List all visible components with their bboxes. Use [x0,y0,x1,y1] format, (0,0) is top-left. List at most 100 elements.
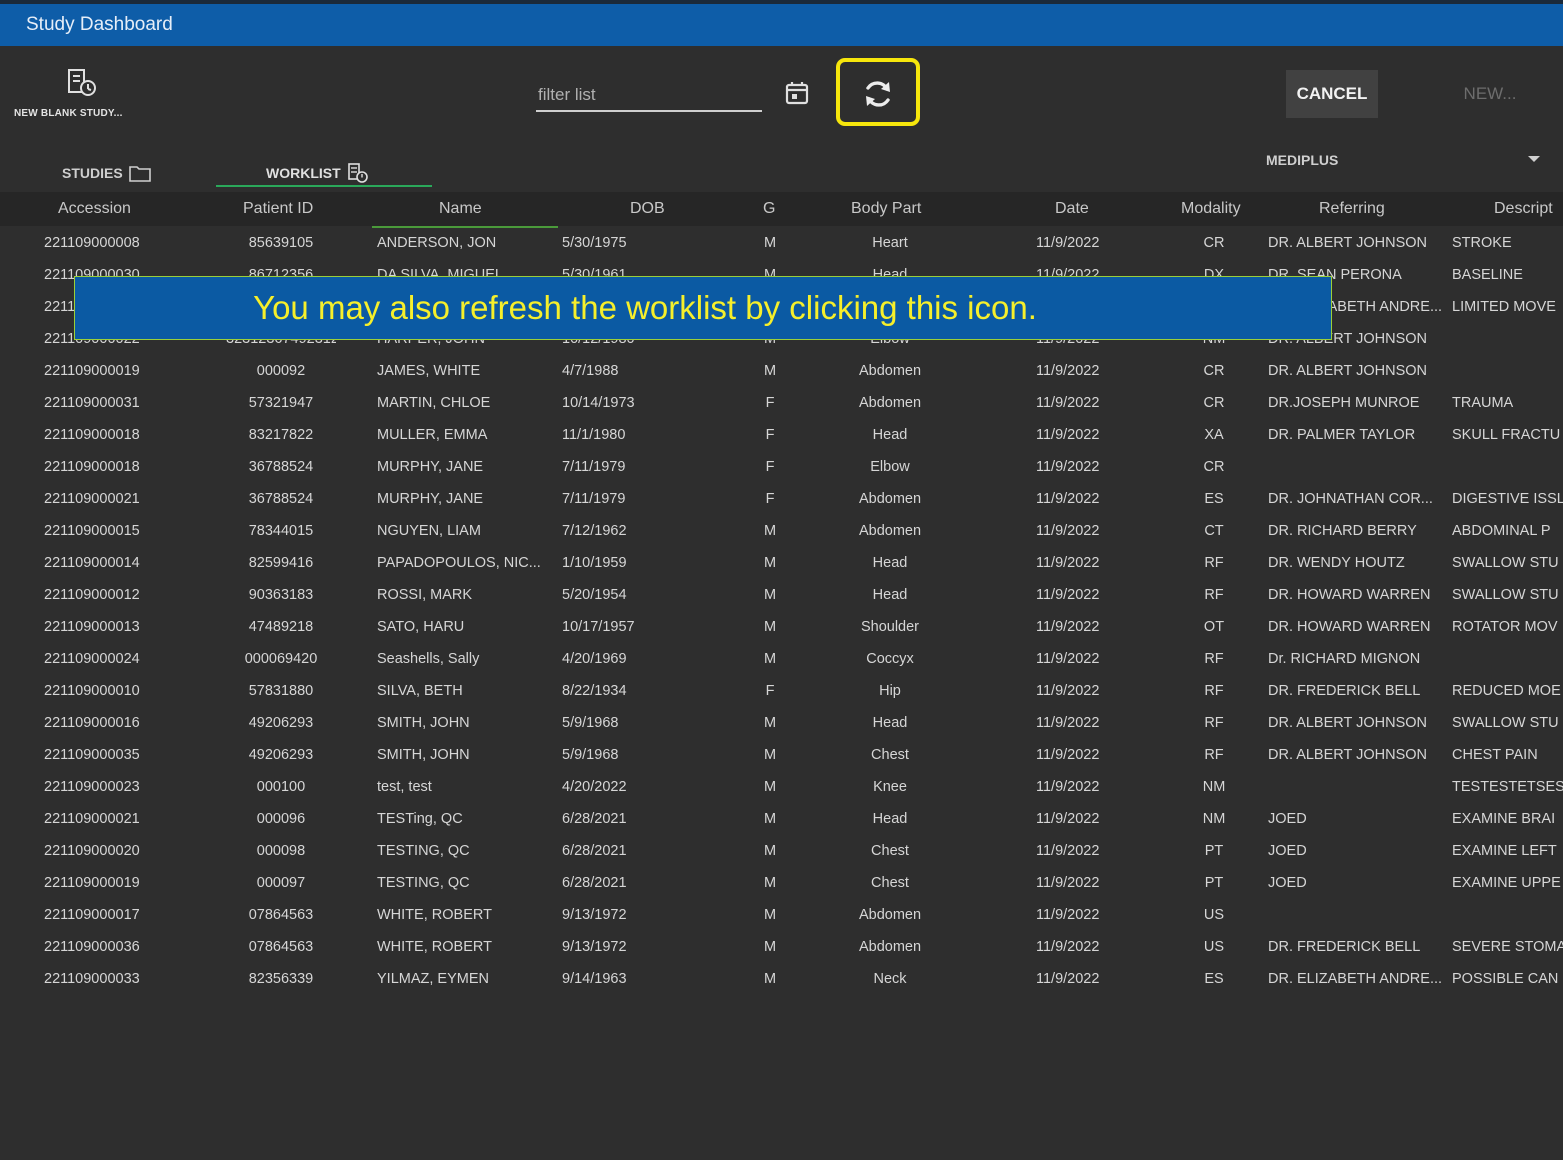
gender-cell: F [765,491,775,507]
accession-cell: 221109000021 [44,491,140,507]
table-row[interactable]: 221109000035 49206293 SMITH, JOHN 5/9/1968 M… [0,740,1563,772]
table-row[interactable]: 221109000012 90363183 ROSSI, MARK 5/20/1954… [0,580,1563,612]
modality-cell: CR [1203,459,1225,475]
description-cell: SEVERE STOMA [1452,939,1563,955]
patient-id-cell: 47489218 [248,619,314,635]
gender-cell: M [763,875,777,891]
dob-cell: 10/17/1957 [562,619,635,635]
table-header: Accession Patient ID Name DOB G Body Par… [0,192,1563,226]
dob-cell: 6/28/2021 [562,843,627,859]
name-cell: WHITE, ROBERT [377,939,492,955]
referring-cell: DR. RICHARD BERRY [1268,523,1417,539]
accession-cell: 221109000015 [44,523,140,539]
dob-cell: 6/28/2021 [562,875,627,891]
referring-cell: DR. FREDERICK BELL [1268,683,1421,699]
table-row[interactable]: 221109000015 78344015 NGUYEN, LIAM 7/12/196… [0,516,1563,548]
name-cell: TESTING, QC [377,843,470,859]
column-header-date[interactable]: Date [1055,200,1089,218]
column-header-patient-id[interactable]: Patient ID [243,200,313,218]
table-row[interactable]: 221109000019 000097 TESTING, QC 6/28/2021 M C… [0,868,1563,900]
table-row[interactable]: 221109000010 57831880 SILVA, BETH 8/22/1934… [0,676,1563,708]
dob-cell: 8/22/1934 [562,683,627,699]
source-dropdown[interactable]: MEDIPLUS [1266,152,1546,176]
patient-id-cell: 82599416 [248,555,314,571]
table-row[interactable]: 221109000018 36788524 MURPHY, JANE 7/11/197… [0,452,1563,484]
table-row[interactable]: 221109000023 000100 test, test 4/20/2022 M Kn… [0,772,1563,804]
tab-studies[interactable]: STUDIES [62,158,151,188]
accession-cell: 221109000033 [44,971,140,987]
tab-worklist[interactable]: WORKLIST [266,158,369,188]
table-row[interactable]: 221109000033 82356339 YILMAZ, EYMEN 9/14/19… [0,964,1563,996]
modality-cell: NM [1202,811,1226,827]
table-row[interactable]: 221109000021 36788524 MURPHY, JANE 7/11/197… [0,484,1563,516]
table-row[interactable]: 221109000024 000069420 Seashells, Sally 4/2… [0,644,1563,676]
description-cell: ABDOMINAL P [1452,523,1551,539]
new-button[interactable]: NEW... [1436,70,1544,118]
table-row[interactable]: 221109000031 57321947 MARTIN, CHLOE 10/14/1… [0,388,1563,420]
modality-cell: XA [1204,427,1224,443]
description-cell: CHEST PAIN [1452,747,1538,763]
gender-cell: M [763,555,777,571]
modality-cell: RF [1204,747,1224,763]
description-cell: TRAUMA [1452,395,1514,411]
cancel-button[interactable]: CANCEL [1286,70,1378,118]
name-cell: ANDERSON, JON [377,235,497,251]
table-row[interactable]: 221109000021 000096 TESTing, QC 6/28/2021 M H… [0,804,1563,836]
table-row[interactable]: 221109000008 85639105 ANDERSON, JON 5/30/19… [0,228,1563,260]
date-cell: 11/9/2022 [1036,683,1100,699]
dob-cell: 9/14/1963 [562,971,627,987]
column-header-body-part[interactable]: Body Part [851,200,921,218]
name-cell: WHITE, ROBERT [377,907,492,923]
gender-cell: M [763,619,777,635]
column-header-name[interactable]: Name [439,200,482,218]
referring-cell: DR. ALBERT JOHNSON [1268,235,1428,251]
date-cell: 11/9/2022 [1036,555,1100,571]
patient-id-cell: 83217822 [248,427,314,443]
table-row[interactable]: 221109000014 82599416 PAPADOPOULOS, NIC...… [0,548,1563,580]
description-cell: TESTESTETSEST [1452,779,1563,795]
table-row[interactable]: 221109000016 49206293 SMITH, JOHN 5/9/1968 M… [0,708,1563,740]
refresh-button[interactable] [836,58,920,126]
description-cell: EXAMINE LEFT [1452,843,1557,859]
table-row[interactable]: 221109000013 47489218 SATO, HARU 10/17/1957… [0,612,1563,644]
body-part-cell: Abdomen [858,907,922,923]
column-header-dob[interactable]: DOB [630,200,665,218]
table-row[interactable]: 221109000020 000098 TESTING, QC 6/28/2021 M C… [0,836,1563,868]
column-header-accession[interactable]: Accession [58,200,131,218]
description-cell: REDUCED MOE [1452,683,1561,699]
date-cell: 11/9/2022 [1036,459,1100,475]
gender-cell: M [763,779,777,795]
dob-cell: 5/30/1975 [562,235,627,251]
column-header-description[interactable]: Descript [1494,200,1553,218]
referring-cell: DR. PALMER TAYLOR [1268,427,1416,443]
table-row[interactable]: 221109000017 07864563 WHITE, ROBERT 9/13/19… [0,900,1563,932]
patient-id-cell: 85639105 [248,235,314,251]
table-row[interactable]: 221109000036 07864563 WHITE, ROBERT 9/13/19… [0,932,1563,964]
new-blank-study-label: NEW BLANK STUDY... [14,108,123,119]
refresh-icon [866,81,890,107]
accession-cell: 221109000020 [44,843,140,859]
new-blank-study-button[interactable]: NEW BLANK STUDY... [14,68,154,124]
gender-cell: F [765,427,775,443]
body-part-cell: Chest [871,747,909,763]
gender-cell: M [763,747,777,763]
body-part-cell: Abdomen [858,523,922,539]
filter-list-input[interactable] [536,80,762,112]
description-cell: LIMITED MOVE [1452,299,1556,315]
name-cell: MURPHY, JANE [377,491,484,507]
body-part-cell: Coccyx [866,651,914,667]
calendar-icon[interactable] [784,80,810,106]
patient-id-cell: 57831880 [248,683,314,699]
column-header-gender[interactable]: G [763,200,775,218]
referring-cell: DR. JOHNATHAN COR... [1268,491,1433,507]
name-cell: SATO, HARU [377,619,465,635]
body-part-cell: Elbow [870,459,910,475]
modality-cell: CR [1203,363,1225,379]
accession-cell: 221109000035 [44,747,140,763]
column-header-modality[interactable]: Modality [1181,200,1241,218]
modality-cell: US [1203,939,1225,955]
table-row[interactable]: 221109000018 83217822 MULLER, EMMA 11/1/198… [0,420,1563,452]
table-row[interactable]: 221109000019 000092 JAMES, WHITE 4/7/1988 M A… [0,356,1563,388]
column-header-referring[interactable]: Referring [1319,200,1385,218]
accession-cell: 221109000019 [44,363,140,379]
